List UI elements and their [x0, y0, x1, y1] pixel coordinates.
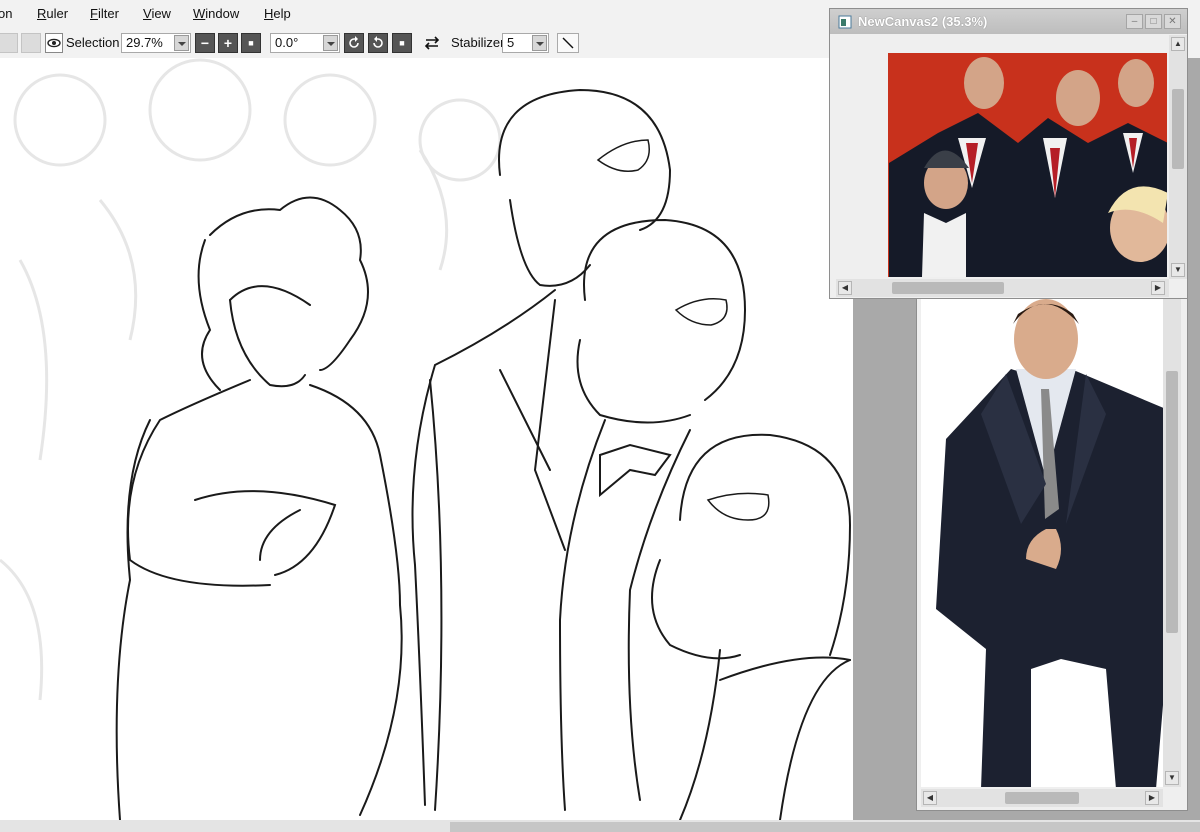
- diagonal-line-icon: [562, 37, 574, 49]
- scroll-left-arrow-icon[interactable]: ◀: [923, 791, 937, 805]
- window-titlebar[interactable]: NewCanvas2 (35.3%) – □ ✕: [830, 9, 1187, 34]
- vertical-scrollbar-2[interactable]: ▼: [1163, 299, 1181, 787]
- reference-photo-suit: [921, 299, 1163, 787]
- minimize-button[interactable]: –: [1126, 14, 1143, 29]
- scrollbar-thumb[interactable]: [450, 822, 1200, 832]
- zoom-value: 29.7%: [126, 35, 163, 50]
- scroll-up-arrow-icon[interactable]: ▲: [1171, 37, 1185, 51]
- flip-horizontal-button[interactable]: [422, 33, 442, 53]
- suit-photo-illustration: [921, 299, 1163, 787]
- square-icon: ■: [399, 38, 405, 48]
- selection-visibility-toggle[interactable]: [45, 33, 63, 53]
- scrollbar-thumb[interactable]: [892, 282, 1004, 294]
- drawing-canvas[interactable]: [0, 58, 853, 820]
- stabilizer-value: 5: [507, 35, 515, 50]
- reference-photo-group: [888, 53, 1167, 277]
- menu-item-filter[interactable]: Filter: [90, 6, 119, 21]
- redo-button[interactable]: [21, 33, 41, 53]
- scroll-down-arrow-icon[interactable]: ▼: [1165, 771, 1179, 785]
- rotate-right-button[interactable]: [368, 33, 388, 53]
- chevron-down-icon: [323, 35, 338, 51]
- rotate-right-icon: [373, 36, 383, 48]
- scrollbar-thumb[interactable]: [1005, 792, 1079, 804]
- rotation-select[interactable]: 0.0°: [270, 33, 340, 53]
- zoom-select[interactable]: 29.7%: [121, 33, 191, 53]
- eye-icon: [47, 38, 61, 48]
- stabilizer-select[interactable]: 5: [502, 33, 549, 53]
- menu-item-help[interactable]: Help: [264, 6, 291, 21]
- zoom-reset-button[interactable]: ■: [241, 33, 261, 53]
- rotate-reset-button[interactable]: ■: [392, 33, 412, 53]
- close-button[interactable]: ✕: [1164, 14, 1181, 29]
- undo-button[interactable]: [0, 33, 18, 53]
- menu-item-view[interactable]: View: [143, 6, 171, 21]
- reference-window-1[interactable]: NewCanvas2 (35.3%) – □ ✕ ▲ ▼ ◀ ▶: [829, 8, 1188, 299]
- chevron-down-icon: [174, 35, 189, 51]
- menu-item-selection[interactable]: on: [0, 6, 12, 21]
- chevron-down-icon: [532, 35, 547, 51]
- rotation-value: 0.0°: [275, 35, 299, 50]
- flip-arrows-icon: [424, 36, 440, 50]
- canvas-window-icon: [838, 15, 852, 29]
- rotate-left-button[interactable]: [344, 33, 364, 53]
- minimize-icon: –: [1131, 16, 1138, 27]
- scrollbar-thumb[interactable]: [1166, 371, 1178, 633]
- line-art-sketch: [0, 58, 852, 820]
- straight-line-button[interactable]: [557, 33, 579, 53]
- canvas-horizontal-scrollbar[interactable]: [0, 820, 1200, 832]
- scroll-left-arrow-icon[interactable]: ◀: [838, 281, 852, 295]
- selection-label: Selection: [66, 35, 120, 50]
- scroll-right-arrow-icon[interactable]: ▶: [1145, 791, 1159, 805]
- maximize-icon: □: [1150, 16, 1157, 27]
- plus-icon: +: [223, 35, 233, 51]
- maximize-button[interactable]: □: [1145, 14, 1162, 29]
- horizontal-scrollbar-1[interactable]: ◀ ▶: [836, 279, 1169, 297]
- close-icon: ✕: [1168, 16, 1177, 27]
- scroll-down-arrow-icon[interactable]: ▼: [1171, 263, 1185, 277]
- menu-item-window[interactable]: Window: [193, 6, 239, 21]
- scrollbar-thumb[interactable]: [1172, 89, 1184, 169]
- reference-window-2: ▼ ◀ ▶: [916, 299, 1188, 811]
- stabilizer-label: Stabilizer: [451, 35, 505, 50]
- zoom-out-button[interactable]: −: [195, 33, 215, 53]
- menu-item-ruler[interactable]: Ruler: [37, 6, 68, 21]
- window-title: NewCanvas2 (35.3%): [858, 14, 988, 29]
- square-icon: ■: [248, 38, 254, 48]
- zoom-in-button[interactable]: +: [218, 33, 238, 53]
- scroll-right-arrow-icon[interactable]: ▶: [1151, 281, 1165, 295]
- rotate-left-icon: [349, 36, 359, 48]
- vertical-scrollbar-1[interactable]: ▲ ▼: [1169, 35, 1187, 279]
- minus-icon: −: [200, 35, 210, 51]
- horizontal-scrollbar-2[interactable]: ◀ ▶: [921, 789, 1163, 807]
- group-photo-illustration: [888, 53, 1167, 277]
